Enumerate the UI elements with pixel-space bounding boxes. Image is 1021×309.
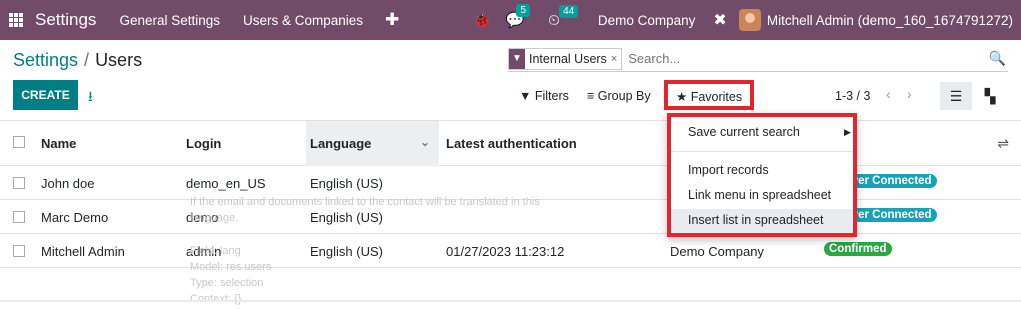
breadcrumb-users: Users xyxy=(95,50,143,70)
insert-list-spreadsheet-item[interactable]: Insert list in spreadsheet xyxy=(688,213,824,227)
apps-menu-icon[interactable] xyxy=(9,13,23,27)
cell-login: demo_en_US xyxy=(186,176,266,191)
cell-language: English (US) xyxy=(310,210,383,225)
header-latest-auth[interactable]: Latest authentication xyxy=(446,136,577,151)
tooltip-text: Field: lang xyxy=(190,245,241,257)
chevron-down-icon: ⌄ xyxy=(420,135,431,149)
tooltip-text: Type: selection xyxy=(190,277,264,289)
search-input[interactable] xyxy=(628,51,949,66)
chat-badge: 5 xyxy=(516,4,531,17)
users-table: Name Login Language ⌄ Latest authenticat… xyxy=(0,120,1021,268)
download-icon[interactable]: ⭳ xyxy=(88,86,93,110)
kanban-view-button[interactable]: ▚ xyxy=(978,82,1002,110)
breadcrumb: Settings / Users xyxy=(13,50,142,71)
header-language[interactable]: Language xyxy=(310,136,371,151)
cell-language: English (US) xyxy=(310,244,383,259)
status-badge: Confirmed xyxy=(824,242,892,256)
create-button[interactable]: CREATE xyxy=(13,80,78,110)
cell-latest-auth: 01/27/2023 11:23:12 xyxy=(446,244,565,259)
row-checkbox[interactable] xyxy=(13,245,25,257)
cell-language: English (US) xyxy=(310,176,383,191)
optional-columns-icon[interactable]: ⇌ xyxy=(997,135,1009,152)
app-brand[interactable]: Settings xyxy=(35,10,96,30)
search-bar: ▼ Internal Users × 🔍 xyxy=(508,46,1008,72)
list-view-button[interactable]: ☰ xyxy=(940,82,972,110)
caret-right-icon: ▶ xyxy=(844,127,851,137)
chevron-right-icon[interactable]: › xyxy=(907,86,912,102)
breadcrumb-settings[interactable]: Settings xyxy=(13,50,78,70)
header-name[interactable]: Name xyxy=(41,136,76,151)
filter-icon: ▼ xyxy=(509,48,525,69)
breadcrumb-separator: / xyxy=(84,50,90,70)
pager-value[interactable]: 1-3 / 3 xyxy=(835,89,870,103)
filters-button[interactable]: ▼ Filters xyxy=(519,89,569,103)
activity-badge: 44 xyxy=(559,4,579,18)
group-by-button[interactable]: ≡ Group By xyxy=(587,89,651,103)
avatar[interactable] xyxy=(738,9,761,31)
row-checkbox[interactable] xyxy=(13,177,25,189)
tooltip-text: Model: res.users xyxy=(190,261,272,273)
kanban-icon: ▚ xyxy=(984,87,996,104)
table-row[interactable]: John doe demo_en_US English (US) Never C… xyxy=(0,166,1021,200)
chat-icon[interactable]: 💬 5 xyxy=(505,4,531,29)
cell-company: Demo Company xyxy=(670,244,764,259)
tooltip-text: Context: {} xyxy=(190,293,242,305)
search-facet: ▼ Internal Users × xyxy=(508,47,623,70)
table-row[interactable]: Mitchell Admin admin English (US) 01/27/… xyxy=(0,234,1021,268)
tools-icon[interactable]: ✖ xyxy=(713,10,726,30)
dropdown-divider xyxy=(671,151,853,152)
tooltip-text: If the email and documents linked to the… xyxy=(190,196,540,208)
group-by-label: Group By xyxy=(597,89,651,103)
menu-general-settings[interactable]: General Settings xyxy=(119,13,220,28)
company-switcher[interactable]: Demo Company xyxy=(598,13,696,28)
search-icon[interactable]: 🔍 xyxy=(989,50,1006,67)
link-menu-spreadsheet-item[interactable]: Link menu in spreadsheet xyxy=(688,188,831,202)
cell-name: Marc Demo xyxy=(41,210,109,225)
filters-label: Filters xyxy=(534,89,569,103)
favorites-dropdown: Save current search ▶ Import records Lin… xyxy=(667,113,857,237)
table-header: Name Login Language ⌄ Latest authenticat… xyxy=(0,120,1021,166)
header-login[interactable]: Login xyxy=(186,136,221,151)
bug-icon[interactable]: 🐞 xyxy=(473,11,492,29)
divider xyxy=(0,300,1021,302)
layers-icon: ≡ xyxy=(587,89,595,103)
filter-icon: ▼ xyxy=(519,89,532,103)
plus-icon[interactable]: ✚ xyxy=(385,10,399,30)
cell-name: Mitchell Admin xyxy=(41,244,125,259)
clock-icon[interactable]: ⏲ 44 xyxy=(548,4,579,29)
menu-users-companies[interactable]: Users & Companies xyxy=(243,13,363,28)
facet-value: Internal Users xyxy=(529,51,607,66)
save-current-search-item[interactable]: Save current search xyxy=(688,125,800,139)
cell-name: John doe xyxy=(41,176,95,191)
top-navbar: Settings General Settings Users & Compan… xyxy=(0,0,1021,40)
favorites-highlight xyxy=(664,80,754,110)
tooltip-text: language. xyxy=(190,212,239,224)
list-icon: ☰ xyxy=(949,87,963,104)
select-all-checkbox[interactable] xyxy=(13,136,25,148)
import-records-item[interactable]: Import records xyxy=(688,163,769,177)
chevron-left-icon[interactable]: ‹ xyxy=(886,86,891,102)
facet-remove-icon[interactable]: × xyxy=(611,53,621,65)
row-checkbox[interactable] xyxy=(13,211,25,223)
user-menu[interactable]: Mitchell Admin (demo_160_1674791272) xyxy=(767,13,1013,28)
